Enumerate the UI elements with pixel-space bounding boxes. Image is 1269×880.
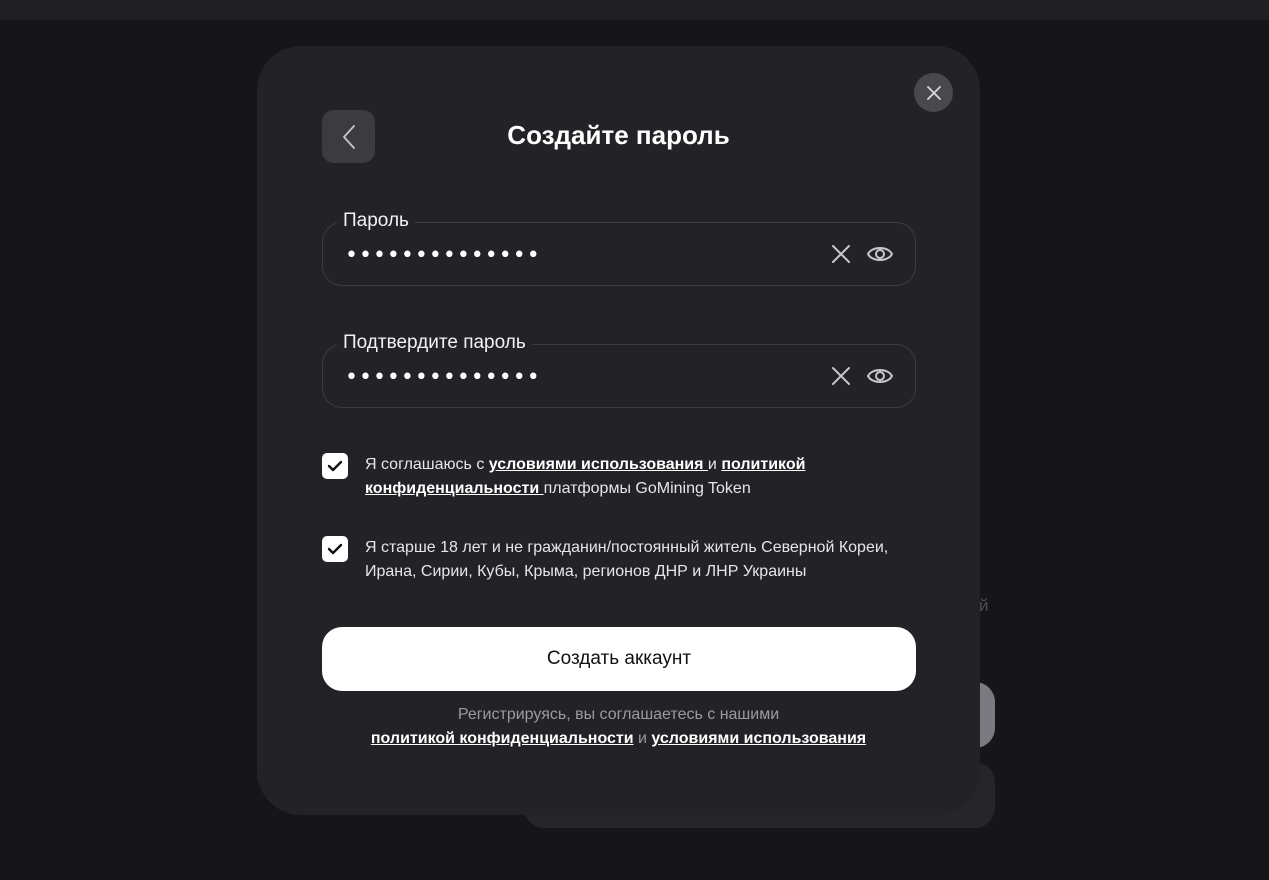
footer-agreement: Регистрируясь, вы соглашаетесь с нашими …: [257, 703, 980, 751]
confirm-password-input[interactable]: [343, 345, 817, 409]
age-confirmation-text: Я старше 18 лет и не гражданин/постоянны…: [365, 539, 889, 580]
footer-line1: Регистрируясь, вы соглашаетесь с нашими: [457, 706, 780, 723]
clear-icon[interactable]: [829, 242, 853, 266]
terms-text-mid: и: [707, 456, 722, 473]
close-button[interactable]: [914, 73, 953, 112]
age-checkbox[interactable]: [322, 536, 348, 562]
eye-icon[interactable]: [866, 363, 894, 389]
password-input[interactable]: [343, 223, 817, 287]
confirm-password-field: Подтвердите пароль: [322, 331, 916, 409]
close-icon: [926, 85, 941, 100]
footer-terms-link[interactable]: условиями использования: [651, 730, 866, 747]
footer-line2: политикой конфиденциальности и условиями…: [257, 727, 980, 751]
terms-of-use-link[interactable]: условиями использования: [489, 456, 708, 473]
footer-privacy-link[interactable]: политикой конфиденциальности: [371, 730, 634, 747]
create-account-button[interactable]: Создать аккаунт: [322, 627, 916, 691]
terms-text-before: Я соглашаюсь с: [365, 456, 489, 473]
clear-icon[interactable]: [829, 364, 853, 388]
modal-title: Создайте пароль: [507, 120, 730, 150]
checkmark-icon: [327, 543, 343, 555]
terms-checkbox[interactable]: [322, 453, 348, 479]
top-bar: [0, 0, 1269, 20]
footer-conj: и: [633, 730, 652, 747]
eye-icon[interactable]: [866, 241, 894, 267]
password-field: Пароль: [322, 209, 916, 287]
terms-text-after: платформы GoMining Token: [543, 480, 751, 497]
background-partial-text: й: [979, 596, 989, 615]
checkmark-icon: [327, 460, 343, 472]
create-password-modal: Создайте пароль Пароль Подтвердите парол…: [257, 46, 980, 815]
terms-agreement-text: Я соглашаюсь с условиями использования и…: [365, 453, 915, 501]
